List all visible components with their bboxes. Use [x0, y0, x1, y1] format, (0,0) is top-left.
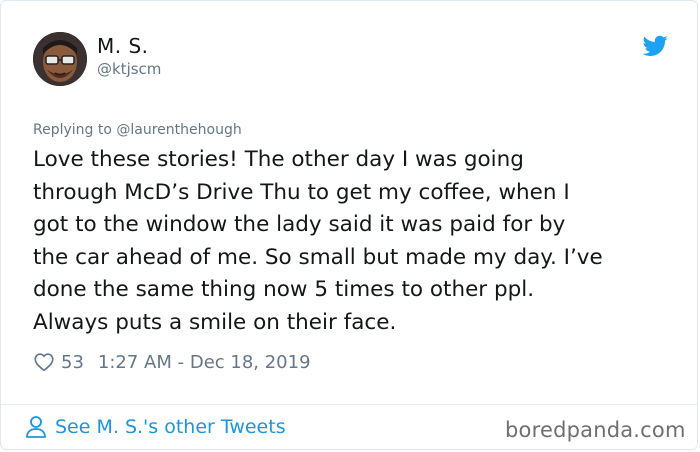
author-name[interactable]: M. S. [97, 34, 149, 58]
watermark: boredpanda.com [505, 418, 686, 442]
person-outline-icon [26, 416, 46, 438]
heart-outline-icon[interactable] [33, 351, 55, 373]
see-other-tweets-label: See M. S.'s other Tweets [55, 416, 286, 438]
tweet-text: Love these stories! The other day I was … [33, 147, 603, 335]
tweet-meta: 53 1:27 AM - Dec 18, 2019 [33, 351, 311, 373]
replying-to: Replying to @laurenthehough [33, 122, 242, 138]
divider [1, 404, 697, 405]
twitter-bird-icon[interactable] [643, 35, 668, 57]
tweet-card: M. S. @ktjscm Replying to @laurenthehoug… [0, 0, 698, 450]
timestamp[interactable]: 1:27 AM - Dec 18, 2019 [98, 352, 311, 373]
see-other-tweets-link[interactable]: See M. S.'s other Tweets [25, 415, 286, 439]
avatar[interactable] [33, 32, 87, 86]
author-handle[interactable]: @ktjscm [97, 60, 161, 78]
like-count[interactable]: 53 [61, 352, 84, 373]
avatar-image [33, 32, 87, 86]
